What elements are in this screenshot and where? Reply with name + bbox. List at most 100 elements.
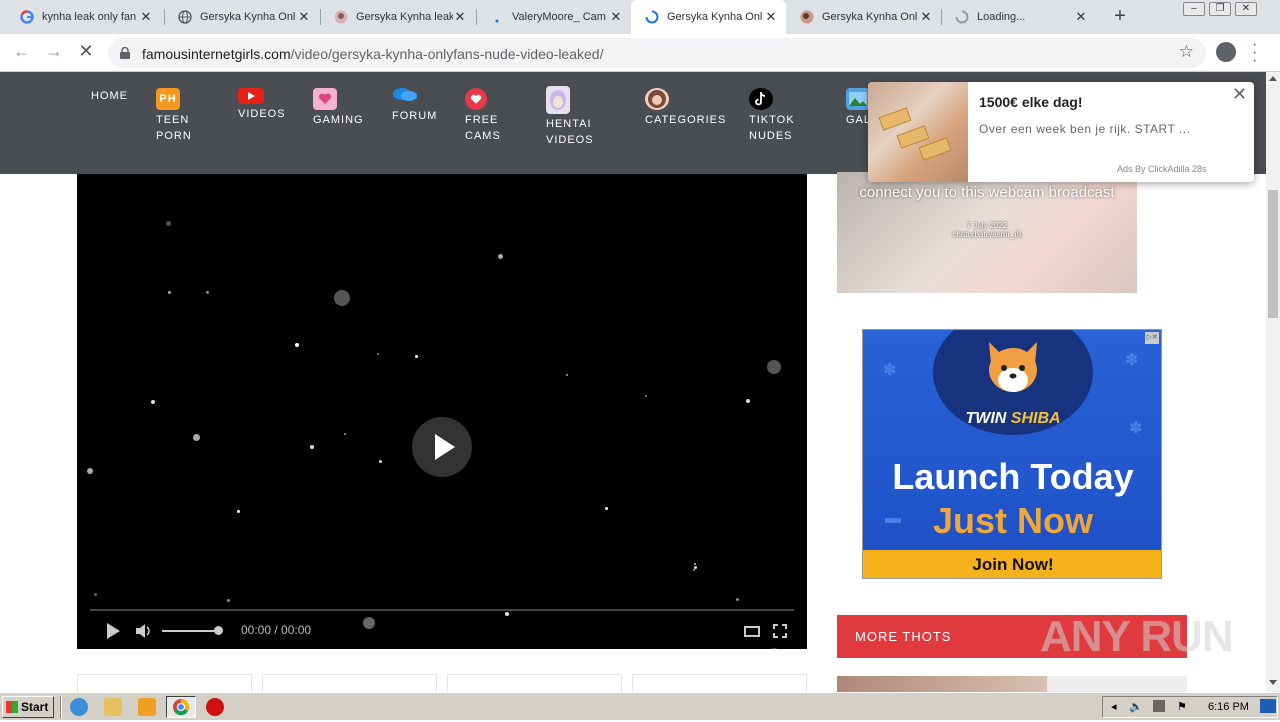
- page-scrollbar[interactable]: [1266, 72, 1280, 692]
- nav-label: GAMING: [313, 114, 364, 126]
- nav-categories[interactable]: CATEGORIES: [645, 88, 726, 128]
- forward-arrow-icon[interactable]: →: [42, 41, 66, 62]
- restore-icon[interactable]: ❐: [1209, 2, 1231, 16]
- browser-tab[interactable]: Gersyka Kynha leak ✕: [320, 0, 475, 34]
- minimize-icon[interactable]: –: [1183, 2, 1205, 16]
- thumbnail-card[interactable]: [447, 674, 622, 692]
- network-tray-icon[interactable]: [1153, 700, 1165, 712]
- nav-label: CATEGORIES: [645, 114, 727, 126]
- address-bar[interactable]: famousinternetgirls.com/video/gersyka-ky…: [108, 38, 1206, 68]
- heart-chat-icon: [313, 88, 337, 110]
- star-dot: [498, 254, 503, 259]
- media-player-icon[interactable]: [138, 698, 156, 716]
- volume-tray-icon[interactable]: 🔈: [1129, 700, 1143, 713]
- close-tab-icon[interactable]: ✕: [919, 9, 933, 25]
- dot-icon: [490, 10, 504, 24]
- browser-tab[interactable]: Gersyka Kynha Onl ✕: [164, 0, 319, 34]
- volume-slider-handle[interactable]: [214, 626, 223, 635]
- webcam-ad-banner[interactable]: connect you to this webcam broadcast 7 J…: [837, 172, 1137, 293]
- close-window-icon[interactable]: ✕: [1235, 2, 1257, 16]
- browser-tab-active[interactable]: Gersyka Kynha Onl ✕: [631, 0, 786, 34]
- close-tab-icon[interactable]: ✕: [1074, 9, 1088, 25]
- internet-explorer-icon[interactable]: [70, 698, 88, 716]
- nav-label: FORUM: [392, 110, 438, 122]
- close-tab-icon[interactable]: ✕: [453, 9, 467, 25]
- star-dot: [237, 510, 240, 513]
- browser-menu-icon[interactable]: · · ·: [1252, 37, 1257, 69]
- nav-label: NUDES: [749, 130, 793, 142]
- show-desktop-icon[interactable]: [1260, 699, 1276, 713]
- ad-info-icon[interactable]: ▷✕: [1145, 332, 1159, 344]
- fullscreen-icon[interactable]: [773, 624, 787, 638]
- thot-preview[interactable]: [837, 676, 1187, 692]
- thumbnail-card[interactable]: [262, 674, 437, 692]
- star-dot: [566, 374, 568, 376]
- browser-tab[interactable]: Gersyka Kynha Onl ✕: [786, 0, 941, 34]
- volume-slider[interactable]: [162, 630, 219, 632]
- windows-taskbar: Start ◂ 🔈 ⚑ 6:16 PM: [0, 692, 1280, 720]
- start-button[interactable]: Start: [2, 696, 54, 718]
- seek-bar[interactable]: [90, 609, 794, 611]
- flag-tray-icon[interactable]: ⚑: [1177, 700, 1187, 713]
- loading-spinner-icon: [645, 10, 659, 24]
- video-player[interactable]: 00:00 / 00:00: [77, 174, 807, 649]
- scrollbar-thumb[interactable]: [1268, 190, 1278, 318]
- browser-tab[interactable]: ValeryMoore_ Cam ✕: [476, 0, 631, 34]
- stop-loading-icon[interactable]: ✕: [74, 41, 98, 62]
- face-avatar-icon: [645, 88, 669, 110]
- nav-hentai-videos[interactable]: HENTAI VIDEOS: [546, 86, 594, 148]
- nav-tiktok-nudes[interactable]: TIKTOK NUDES: [749, 88, 795, 144]
- tiktok-icon: [749, 88, 773, 110]
- thumbnail-card[interactable]: [632, 674, 807, 692]
- paw-icon: ✽: [883, 362, 897, 379]
- close-tab-icon[interactable]: ✕: [139, 9, 153, 25]
- brand-word-2: SHIBA: [1010, 410, 1061, 427]
- folder-icon[interactable]: [104, 698, 122, 716]
- brand-word-1: TWIN: [965, 410, 1007, 427]
- tab-title: Loading...: [977, 11, 1026, 23]
- close-icon[interactable]: ✕: [1232, 84, 1247, 105]
- tab-title: Gersyka Kynha leak: [356, 11, 453, 23]
- thumbnail-card[interactable]: [77, 674, 252, 692]
- twinshiba-ad-banner[interactable]: ✽ ✽ ✽ ▬ TWIN SHIBA Launch Today Just Now…: [862, 329, 1162, 579]
- avatar-icon: [800, 10, 814, 24]
- loading-spinner-icon: [955, 10, 969, 24]
- push-notification-ad[interactable]: 1500€ elke dag! Over een week ben je rij…: [868, 82, 1254, 182]
- nav-free-cams[interactable]: FREE CAMS: [465, 88, 501, 144]
- new-tab-button[interactable]: +: [1108, 5, 1132, 28]
- browser-tab[interactable]: Loading... ✕: [941, 0, 1096, 34]
- big-play-button[interactable]: [412, 417, 472, 477]
- taskbar-divider: [60, 696, 62, 718]
- nav-home[interactable]: HOME: [91, 88, 128, 104]
- nav-label: VIDEOS: [238, 108, 286, 120]
- scroll-up-arrow-icon[interactable]: [1269, 76, 1277, 81]
- chrome-taskbar-button[interactable]: [166, 696, 196, 718]
- close-tab-icon[interactable]: ✕: [609, 9, 623, 25]
- back-arrow-icon[interactable]: ←: [10, 41, 34, 62]
- play-icon[interactable]: [107, 623, 120, 639]
- profile-avatar-icon[interactable]: [1216, 42, 1236, 62]
- close-tab-icon[interactable]: ✕: [297, 9, 311, 25]
- star-dot: [693, 569, 695, 571]
- browser-tab[interactable]: kynha leak only fan ✕: [6, 0, 161, 34]
- tray-expand-icon[interactable]: ◂: [1111, 700, 1117, 713]
- tab-title: Gersyka Kynha Onl: [667, 11, 763, 23]
- shiba-dog-icon: [981, 338, 1045, 398]
- volume-icon[interactable]: [135, 622, 153, 640]
- star-dot: [767, 360, 781, 374]
- nav-teen-porn[interactable]: PH TEEN PORN: [156, 88, 192, 144]
- close-tab-icon[interactable]: ✕: [764, 9, 778, 25]
- theater-mode-icon[interactable]: [744, 626, 760, 637]
- security-app-icon[interactable]: [206, 698, 224, 716]
- url-text: famousinternetgirls.com/video/gersyka-ky…: [142, 46, 603, 62]
- url-domain: famousinternetgirls.com: [142, 46, 291, 62]
- browser-toolbar: ← → ✕ famousinternetgirls.com/video/gers…: [0, 34, 1280, 72]
- scroll-down-arrow-icon[interactable]: [1269, 680, 1277, 685]
- star-dot: [736, 598, 739, 601]
- nav-videos[interactable]: VIDEOS: [238, 88, 286, 122]
- nav-gaming[interactable]: GAMING: [313, 88, 364, 128]
- bookmark-star-icon[interactable]: ☆: [1179, 42, 1194, 62]
- nav-forum[interactable]: FORUM: [392, 86, 437, 124]
- anime-avatar-icon: [546, 86, 570, 114]
- join-now-button[interactable]: Join Now!: [863, 550, 1161, 578]
